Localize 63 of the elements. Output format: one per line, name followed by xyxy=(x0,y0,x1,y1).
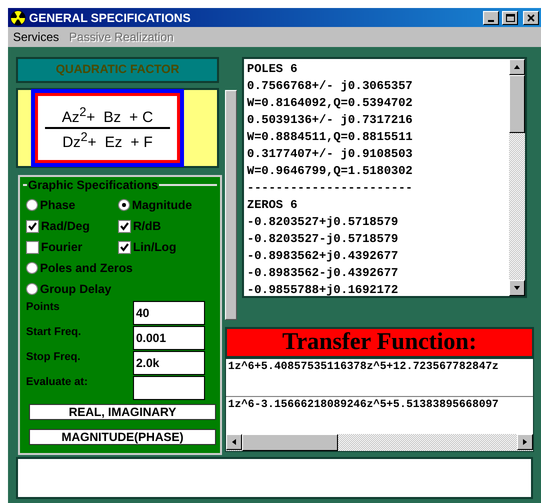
horizontal-scrollbar[interactable] xyxy=(226,434,533,451)
scroll-down-button[interactable] xyxy=(509,280,525,296)
close-button[interactable] xyxy=(523,10,539,24)
checkmark-icon xyxy=(120,242,129,252)
scroll-thumb[interactable] xyxy=(242,434,338,451)
result-line: -0.8203527+j0.5718579 xyxy=(247,214,400,231)
numerator-formula: Az$^{2}$+ Bz + C xyxy=(62,105,154,126)
input-field[interactable] xyxy=(133,376,205,400)
checkbox[interactable]: Lin/Log xyxy=(118,239,216,255)
input-field[interactable]: 2.0k xyxy=(133,351,205,375)
result-line: 0.5039136+/- j0.7317216 xyxy=(247,112,414,129)
action-button[interactable]: REAL, IMAGINARY xyxy=(29,404,216,420)
result-line: ----------------------- xyxy=(247,180,414,197)
down-arrow-icon xyxy=(513,285,521,291)
input-field[interactable]: 40 xyxy=(133,301,205,325)
scroll-thumb[interactable] xyxy=(509,75,525,133)
radio-button[interactable]: Group Delay xyxy=(26,281,216,297)
checkmark-icon xyxy=(120,222,129,230)
result-line: 0.7566768+/- j0.3065357 xyxy=(247,78,414,95)
radio-button[interactable]: Poles and Zeros xyxy=(26,260,216,276)
close-icon xyxy=(526,14,536,22)
transfer-function-title: Transfer Function: xyxy=(225,327,534,358)
minimize-icon xyxy=(488,20,494,22)
numerator-polynomial: 1z^6+5.40857535116378z^5+12.723567782847z xyxy=(227,360,500,375)
scroll-up-button[interactable] xyxy=(509,59,525,75)
maximize-button[interactable] xyxy=(502,10,518,24)
checkbox[interactable]: R/dB xyxy=(118,218,216,234)
field-label: Start Freq. xyxy=(26,326,82,338)
right-arrow-icon xyxy=(522,438,528,446)
result-line: W=0.9646799,Q=1.5180302 xyxy=(247,163,414,180)
radio-button[interactable]: Phase xyxy=(26,197,118,213)
result-line: 0.3177407+/- j0.9108503 xyxy=(247,146,414,163)
result-line: ZEROS 6 xyxy=(247,197,298,214)
checkbox[interactable]: Fourier xyxy=(26,239,118,255)
denominator-polynomial: 1z^6-3.15666218089246z^5+5.51383895668097 xyxy=(226,396,533,433)
result-line: -0.8203527-j0.5718579 xyxy=(247,231,400,248)
result-line: -0.8983562-j0.4392677 xyxy=(247,265,400,282)
input-field[interactable]: 0.001 xyxy=(133,326,205,350)
result-line: POLES 6 xyxy=(247,61,298,78)
scroll-right-button[interactable] xyxy=(517,434,533,450)
window-title: GENERAL SPECIFICATIONS xyxy=(29,10,192,24)
result-line: -0.9855788+j0.1692172 xyxy=(247,282,400,296)
output-text-box[interactable] xyxy=(16,457,533,499)
group-title: Graphic Specifications xyxy=(27,178,160,192)
radiation-icon xyxy=(10,10,26,26)
result-line: W=0.8164092,Q=0.5394702 xyxy=(247,95,414,112)
minimize-button[interactable] xyxy=(483,10,499,24)
maximize-icon xyxy=(506,14,514,22)
up-arrow-icon xyxy=(513,64,521,70)
denominator-formula: Dz$^{2}$+ Ez + F xyxy=(62,130,153,151)
result-line: -0.8983562+j0.4392677 xyxy=(247,248,400,265)
left-arrow-icon xyxy=(231,438,237,446)
radio-button[interactable]: Magnitude xyxy=(118,197,216,213)
checkmark-icon xyxy=(28,222,37,230)
field-label: Points xyxy=(26,301,61,313)
menu-item[interactable]: Services xyxy=(13,30,60,44)
checkbox[interactable]: Rad/Deg xyxy=(26,218,118,234)
field-label: Stop Freq. xyxy=(26,351,82,363)
result-line: W=0.8884511,Q=0.8815511 xyxy=(247,129,414,146)
action-button[interactable]: MAGNITUDE(PHASE) xyxy=(29,429,216,445)
field-label: Evaluate at: xyxy=(26,376,89,388)
scroll-left-button[interactable] xyxy=(226,434,242,450)
vertical-scrollbar[interactable] xyxy=(509,59,525,296)
